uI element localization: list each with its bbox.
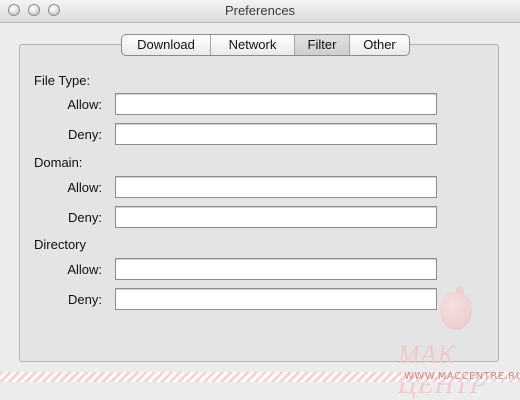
domain-heading: Domain:: [34, 155, 83, 170]
directory-heading: Directory: [34, 237, 87, 252]
directory-allow-label: Allow:: [67, 262, 102, 277]
watermark-apple-icon: [440, 292, 472, 330]
file-type-deny-label: Deny:: [68, 127, 102, 142]
watermark-brand: МАК ЦЕНТР: [398, 340, 487, 399]
directory-deny-input[interactable]: [115, 288, 437, 310]
tab-content-panel: [19, 44, 499, 362]
directory-allow-input[interactable]: [115, 258, 437, 280]
preferences-window: Preferences Download Network Filter Othe…: [0, 0, 520, 399]
domain-allow-label: Allow:: [67, 180, 102, 195]
tab-network[interactable]: Network: [211, 35, 295, 55]
file-type-heading: File Type:: [34, 73, 91, 88]
tab-other[interactable]: Other: [350, 35, 409, 55]
domain-deny-label: Deny:: [68, 210, 102, 225]
watermark-url: WWW.MACCENTRE.RU: [404, 371, 520, 382]
domain-deny-input[interactable]: [115, 206, 437, 228]
domain-allow-input[interactable]: [115, 176, 437, 198]
window-title: Preferences: [224, 3, 296, 18]
title-bar: Preferences: [0, 0, 520, 23]
directory-deny-label: Deny:: [68, 292, 102, 307]
file-type-allow-input[interactable]: [115, 93, 437, 115]
file-type-allow-label: Allow:: [67, 97, 102, 112]
tab-filter[interactable]: Filter: [295, 35, 350, 55]
file-type-deny-input[interactable]: [115, 123, 437, 145]
tab-download[interactable]: Download: [122, 35, 211, 55]
tab-bar: Download Network Filter Other: [121, 34, 410, 56]
